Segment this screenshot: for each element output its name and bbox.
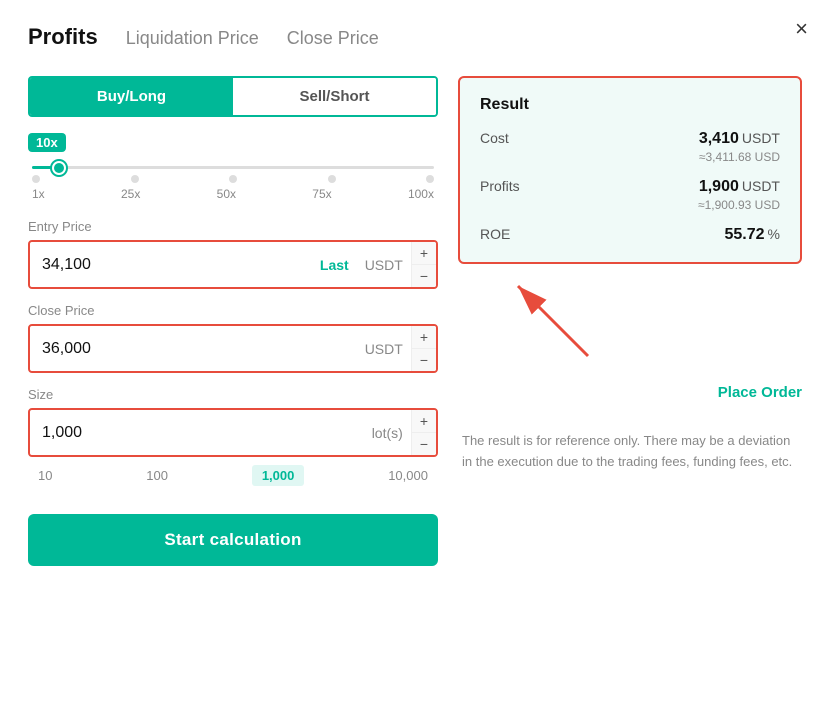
result-profits-value: 1,900 [699, 178, 739, 195]
entry-price-input[interactable] [30, 246, 312, 284]
size-unit: lot(s) [364, 425, 411, 441]
entry-price-increment[interactable]: + [412, 242, 436, 265]
result-row-profits: Profits 1,900USDT ≈1,900.93 USD [480, 178, 780, 212]
result-cost-unit: USDT [742, 130, 780, 146]
result-value-profits: 1,900USDT ≈1,900.93 USD [698, 178, 780, 212]
close-button[interactable]: × [795, 18, 808, 40]
tab-close-price[interactable]: Close Price [287, 28, 379, 51]
slider-label-25x: 25x [121, 187, 140, 201]
close-price-increment[interactable]: + [412, 326, 436, 349]
size-chip-1000[interactable]: 1,000 [252, 465, 305, 486]
slider-labels: 1x 25x 50x 75x 100x [32, 187, 434, 201]
start-calculation-button[interactable]: Start calculation [28, 514, 438, 566]
slider-label-50x: 50x [217, 187, 236, 201]
disclaimer-text: The result is for reference only. There … [458, 419, 802, 485]
tab-liquidation[interactable]: Liquidation Price [126, 28, 259, 51]
close-price-input-row: USDT + − [28, 324, 438, 373]
entry-price-decrement[interactable]: − [412, 265, 436, 287]
modal-container: × Profits Liquidation Price Close Price … [0, 0, 830, 727]
result-label-cost: Cost [480, 130, 509, 146]
close-price-decrement[interactable]: − [412, 349, 436, 371]
result-cost-value: 3,410 [699, 130, 739, 147]
result-label-roe: ROE [480, 226, 510, 242]
size-input[interactable] [30, 414, 364, 452]
slider-track [32, 166, 434, 169]
leverage-slider-container: 1x 25x 50x 75x 100x [28, 166, 438, 201]
arrow-annotation-area [458, 276, 802, 366]
place-order-area: Place Order [458, 378, 802, 407]
entry-price-input-row: Last USDT + − [28, 240, 438, 289]
result-value-roe: 55.72% [725, 226, 781, 244]
size-chip-10000[interactable]: 10,000 [378, 465, 438, 486]
leverage-badge: 10x [28, 133, 66, 152]
leverage-area: 10x 1x 25x [28, 133, 438, 201]
slider-label-1x: 1x [32, 187, 45, 201]
size-decrement[interactable]: − [412, 433, 436, 455]
slider-dot-5 [426, 175, 434, 183]
result-profits-unit: USDT [742, 178, 780, 194]
red-arrow-svg [488, 276, 648, 366]
close-price-unit: USDT [357, 341, 411, 357]
result-row-cost: Cost 3,410USDT ≈3,411.68 USD [480, 130, 780, 164]
slider-dot-4 [328, 175, 336, 183]
close-price-input[interactable] [30, 330, 357, 368]
slider-dot-1 [32, 175, 40, 183]
result-value-cost: 3,410USDT ≈3,411.68 USD [699, 130, 780, 164]
result-roe-unit: % [768, 226, 780, 242]
result-roe-value: 55.72 [725, 226, 765, 243]
result-cost-sub: ≈3,411.68 USD [699, 150, 780, 164]
size-stepper: + − [411, 410, 436, 455]
slider-dots [32, 175, 434, 183]
slider-label-100x: 100x [408, 187, 434, 201]
buy-long-button[interactable]: Buy/Long [30, 78, 233, 115]
right-panel: Result Cost 3,410USDT ≈3,411.68 USD Prof… [458, 76, 802, 566]
size-label: Size [28, 387, 438, 402]
sell-short-button[interactable]: Sell/Short [233, 78, 436, 115]
tab-bar: Profits Liquidation Price Close Price [28, 24, 802, 52]
result-row-roe: ROE 55.72% [480, 226, 780, 244]
tab-profits[interactable]: Profits [28, 24, 98, 52]
place-order-link[interactable]: Place Order [718, 384, 802, 401]
result-title: Result [480, 96, 780, 114]
size-chip-100[interactable]: 100 [136, 465, 178, 486]
size-chip-10[interactable]: 10 [28, 465, 62, 486]
trade-toggle: Buy/Long Sell/Short [28, 76, 438, 117]
entry-price-label: Entry Price [28, 219, 438, 234]
result-profits-sub: ≈1,900.93 USD [698, 198, 780, 212]
slider-dot-3 [229, 175, 237, 183]
entry-price-unit: USDT [357, 257, 411, 273]
main-layout: Buy/Long Sell/Short 10x [28, 76, 802, 566]
entry-price-suffix: Last [312, 257, 357, 273]
close-price-label: Close Price [28, 303, 438, 318]
size-input-row: lot(s) + − [28, 408, 438, 457]
close-price-stepper: + − [411, 326, 436, 371]
size-quick-select: 10 100 1,000 10,000 [28, 465, 438, 486]
slider-thumb[interactable] [52, 161, 66, 175]
entry-price-stepper: + − [411, 242, 436, 287]
result-box: Result Cost 3,410USDT ≈3,411.68 USD Prof… [458, 76, 802, 264]
result-label-profits: Profits [480, 178, 520, 194]
size-increment[interactable]: + [412, 410, 436, 433]
slider-dot-2 [131, 175, 139, 183]
left-panel: Buy/Long Sell/Short 10x [28, 76, 438, 566]
slider-label-75x: 75x [312, 187, 331, 201]
